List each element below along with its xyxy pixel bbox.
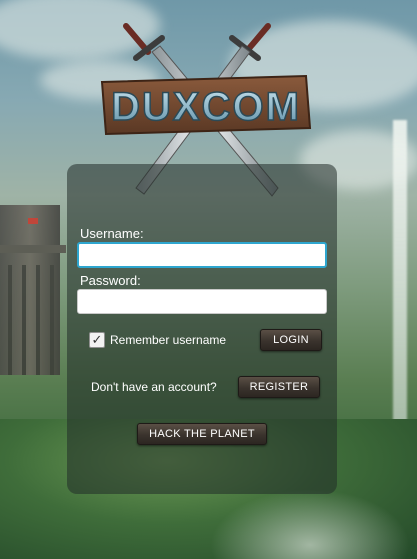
password-label: Password: bbox=[80, 273, 141, 288]
username-label: Username: bbox=[80, 226, 144, 241]
password-input[interactable] bbox=[77, 289, 327, 314]
logo-text: DUXCOM bbox=[111, 85, 301, 129]
remember-username-checkbox[interactable]: ✓ bbox=[89, 332, 105, 348]
username-input[interactable] bbox=[77, 242, 327, 268]
no-account-text: Don't have an account? bbox=[91, 380, 217, 394]
hack-the-planet-button[interactable]: HACK THE PLANET bbox=[137, 423, 267, 445]
remember-username-label: Remember username bbox=[110, 333, 227, 347]
login-button[interactable]: LOGIN bbox=[260, 329, 322, 351]
checkmark-icon: ✓ bbox=[91, 332, 103, 347]
register-button[interactable]: REGISTER bbox=[238, 376, 320, 398]
